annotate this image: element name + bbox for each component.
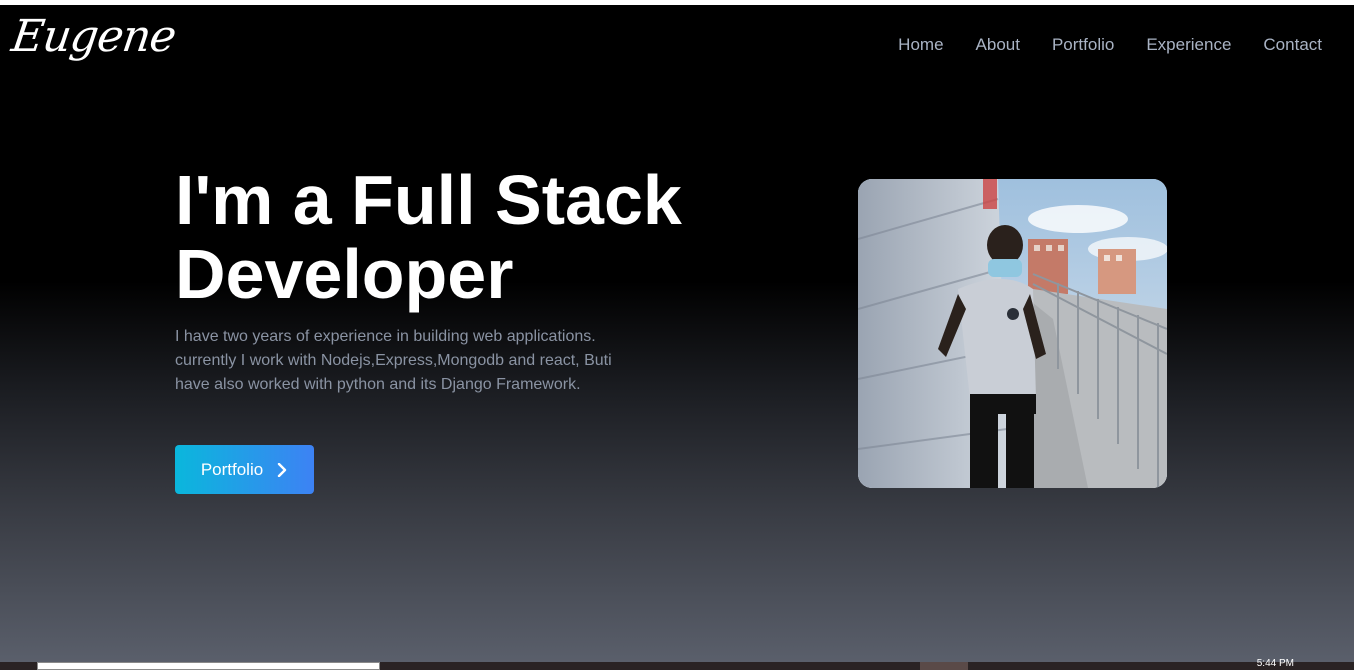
hero-title-line-1: I'm a Full Stack (175, 161, 682, 239)
taskbar-search-box[interactable] (37, 662, 380, 670)
nav-home-link[interactable]: Home (898, 35, 943, 55)
main-nav: Home About Portfolio Experience Contact (898, 35, 1322, 55)
chevron-right-icon (277, 462, 287, 477)
nav-portfolio-link[interactable]: Portfolio (1052, 35, 1114, 55)
hero-title: I'm a Full Stack Developer (175, 163, 775, 311)
os-taskbar: 5:44 PM (0, 658, 1354, 670)
nav-contact-link[interactable]: Contact (1263, 35, 1322, 55)
profile-photo-illustration (858, 179, 1167, 488)
hero-description: I have two years of experience in buildi… (175, 328, 612, 393)
nav-experience-link[interactable]: Experience (1146, 35, 1231, 55)
taskbar-clock[interactable]: 5:44 PM (1257, 658, 1294, 669)
site-logo[interactable]: Eugene (8, 11, 178, 62)
portfolio-page: Eugene Home About Portfolio Experience C… (0, 5, 1354, 662)
hero-title-line-2: Developer (175, 235, 514, 313)
portfolio-button[interactable]: Portfolio (175, 445, 314, 494)
nav-about-link[interactable]: About (976, 35, 1020, 55)
taskbar-app-item[interactable] (920, 662, 968, 670)
profile-photo (858, 179, 1167, 488)
portfolio-button-label: Portfolio (200, 459, 264, 479)
